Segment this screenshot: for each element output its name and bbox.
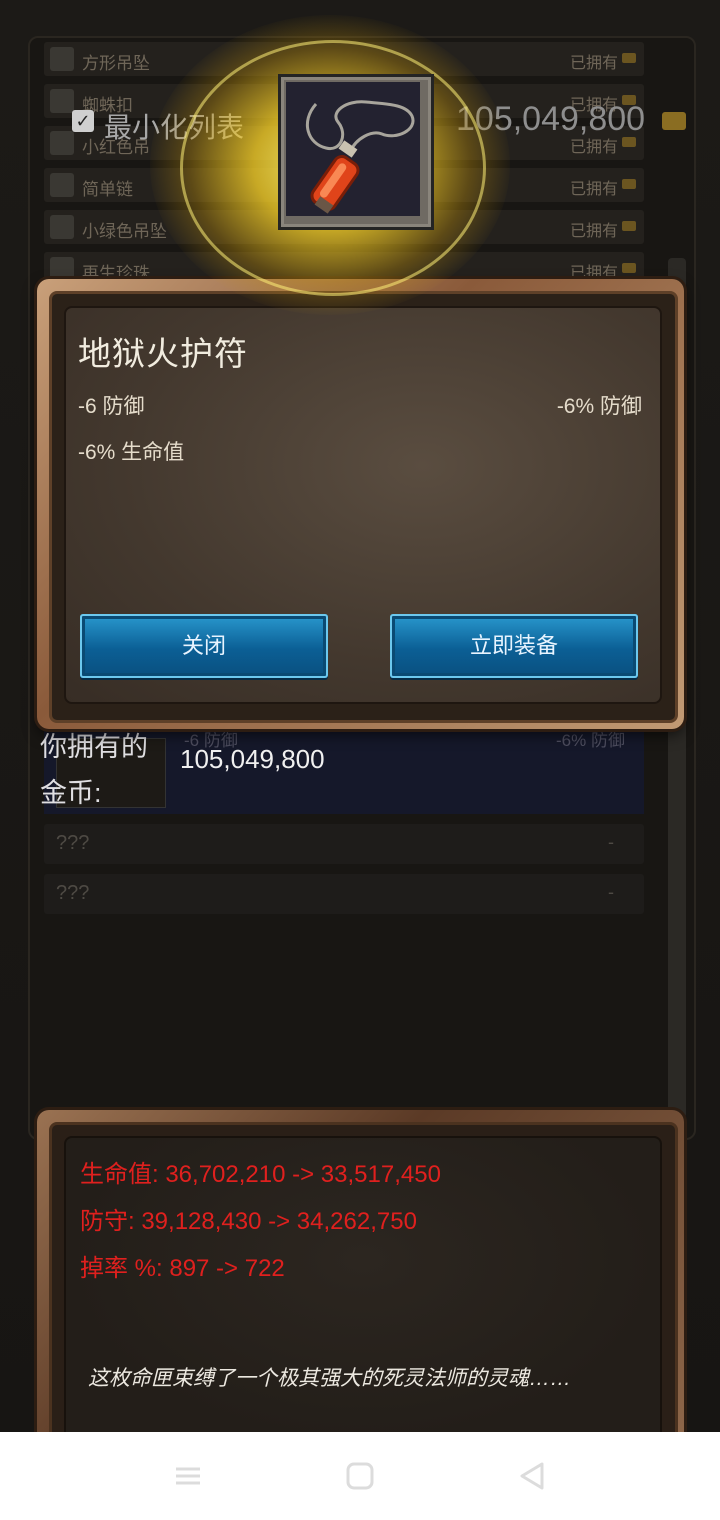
item-stat-defense: -6 防御 — [78, 395, 145, 418]
gold-coin-icon — [622, 263, 636, 273]
item-thumbnail-icon — [50, 89, 74, 113]
gold-owned-value: 105,049,800 — [180, 744, 325, 774]
hp-change-text: 生命值: 36,702,210 -> 33,517,450 — [80, 1161, 441, 1188]
item-stat-defense-percent: -6% 防御 — [556, 395, 642, 418]
gold-owned-label-line1: 你拥有的 — [40, 732, 148, 762]
item-thumbnail-icon — [50, 173, 74, 197]
equip-now-button[interactable]: 立即装备 — [390, 614, 638, 678]
item-thumbnail-icon — [50, 215, 74, 239]
gold-owned-label-line2: 金币: — [40, 778, 102, 808]
gold-coin-icon — [622, 53, 636, 63]
gold-coin-icon — [622, 179, 636, 189]
locked-list-item[interactable]: ??? - — [44, 874, 644, 914]
item-stat-hp-percent: -6% 生命值 — [78, 441, 185, 464]
locked-item-name: ??? — [56, 882, 90, 904]
locked-item-value: - — [608, 882, 614, 902]
gold-coin-icon — [622, 221, 636, 231]
locked-item-name: ??? — [56, 832, 90, 854]
gold-owned-label: 你拥有的 金币: — [40, 724, 148, 816]
item-flavor-text: 这枚命匣束缚了一个极其强大的死灵法师的灵魂…… — [88, 1367, 571, 1390]
list-item-status: 已拥有 — [569, 223, 618, 240]
locked-list-item[interactable]: ??? - — [44, 824, 644, 864]
list-item-name: 方形吊坠 — [82, 54, 150, 73]
drop-rate-change-text: 掉率 %: 897 -> 722 — [80, 1255, 285, 1282]
gold-coin-icon — [662, 112, 686, 130]
back-icon[interactable] — [516, 1460, 548, 1492]
item-title: 地狱火护符 — [78, 335, 248, 372]
item-thumbnail-icon — [50, 131, 74, 155]
list-item-name: 简单链 — [82, 180, 133, 199]
item-thumbnail-icon — [50, 257, 74, 281]
defense-change-text: 防守: 39,128,430 -> 34,262,750 — [80, 1208, 417, 1235]
list-item-status: 已拥有 — [569, 181, 618, 198]
selected-item-right-stat: -6% 防御 — [556, 731, 625, 750]
locked-item-value: - — [608, 832, 614, 852]
list-item-status: 已拥有 — [569, 55, 618, 72]
menu-icon[interactable] — [172, 1460, 204, 1492]
item-thumbnail-icon — [50, 47, 74, 71]
close-button[interactable]: 关闭 — [80, 614, 328, 678]
home-icon[interactable] — [344, 1460, 376, 1492]
minimize-list-checkbox[interactable]: ✓ — [72, 110, 94, 132]
amulet-red-vial-icon — [286, 82, 420, 216]
list-item-name: 小绿色吊坠 — [82, 222, 167, 241]
